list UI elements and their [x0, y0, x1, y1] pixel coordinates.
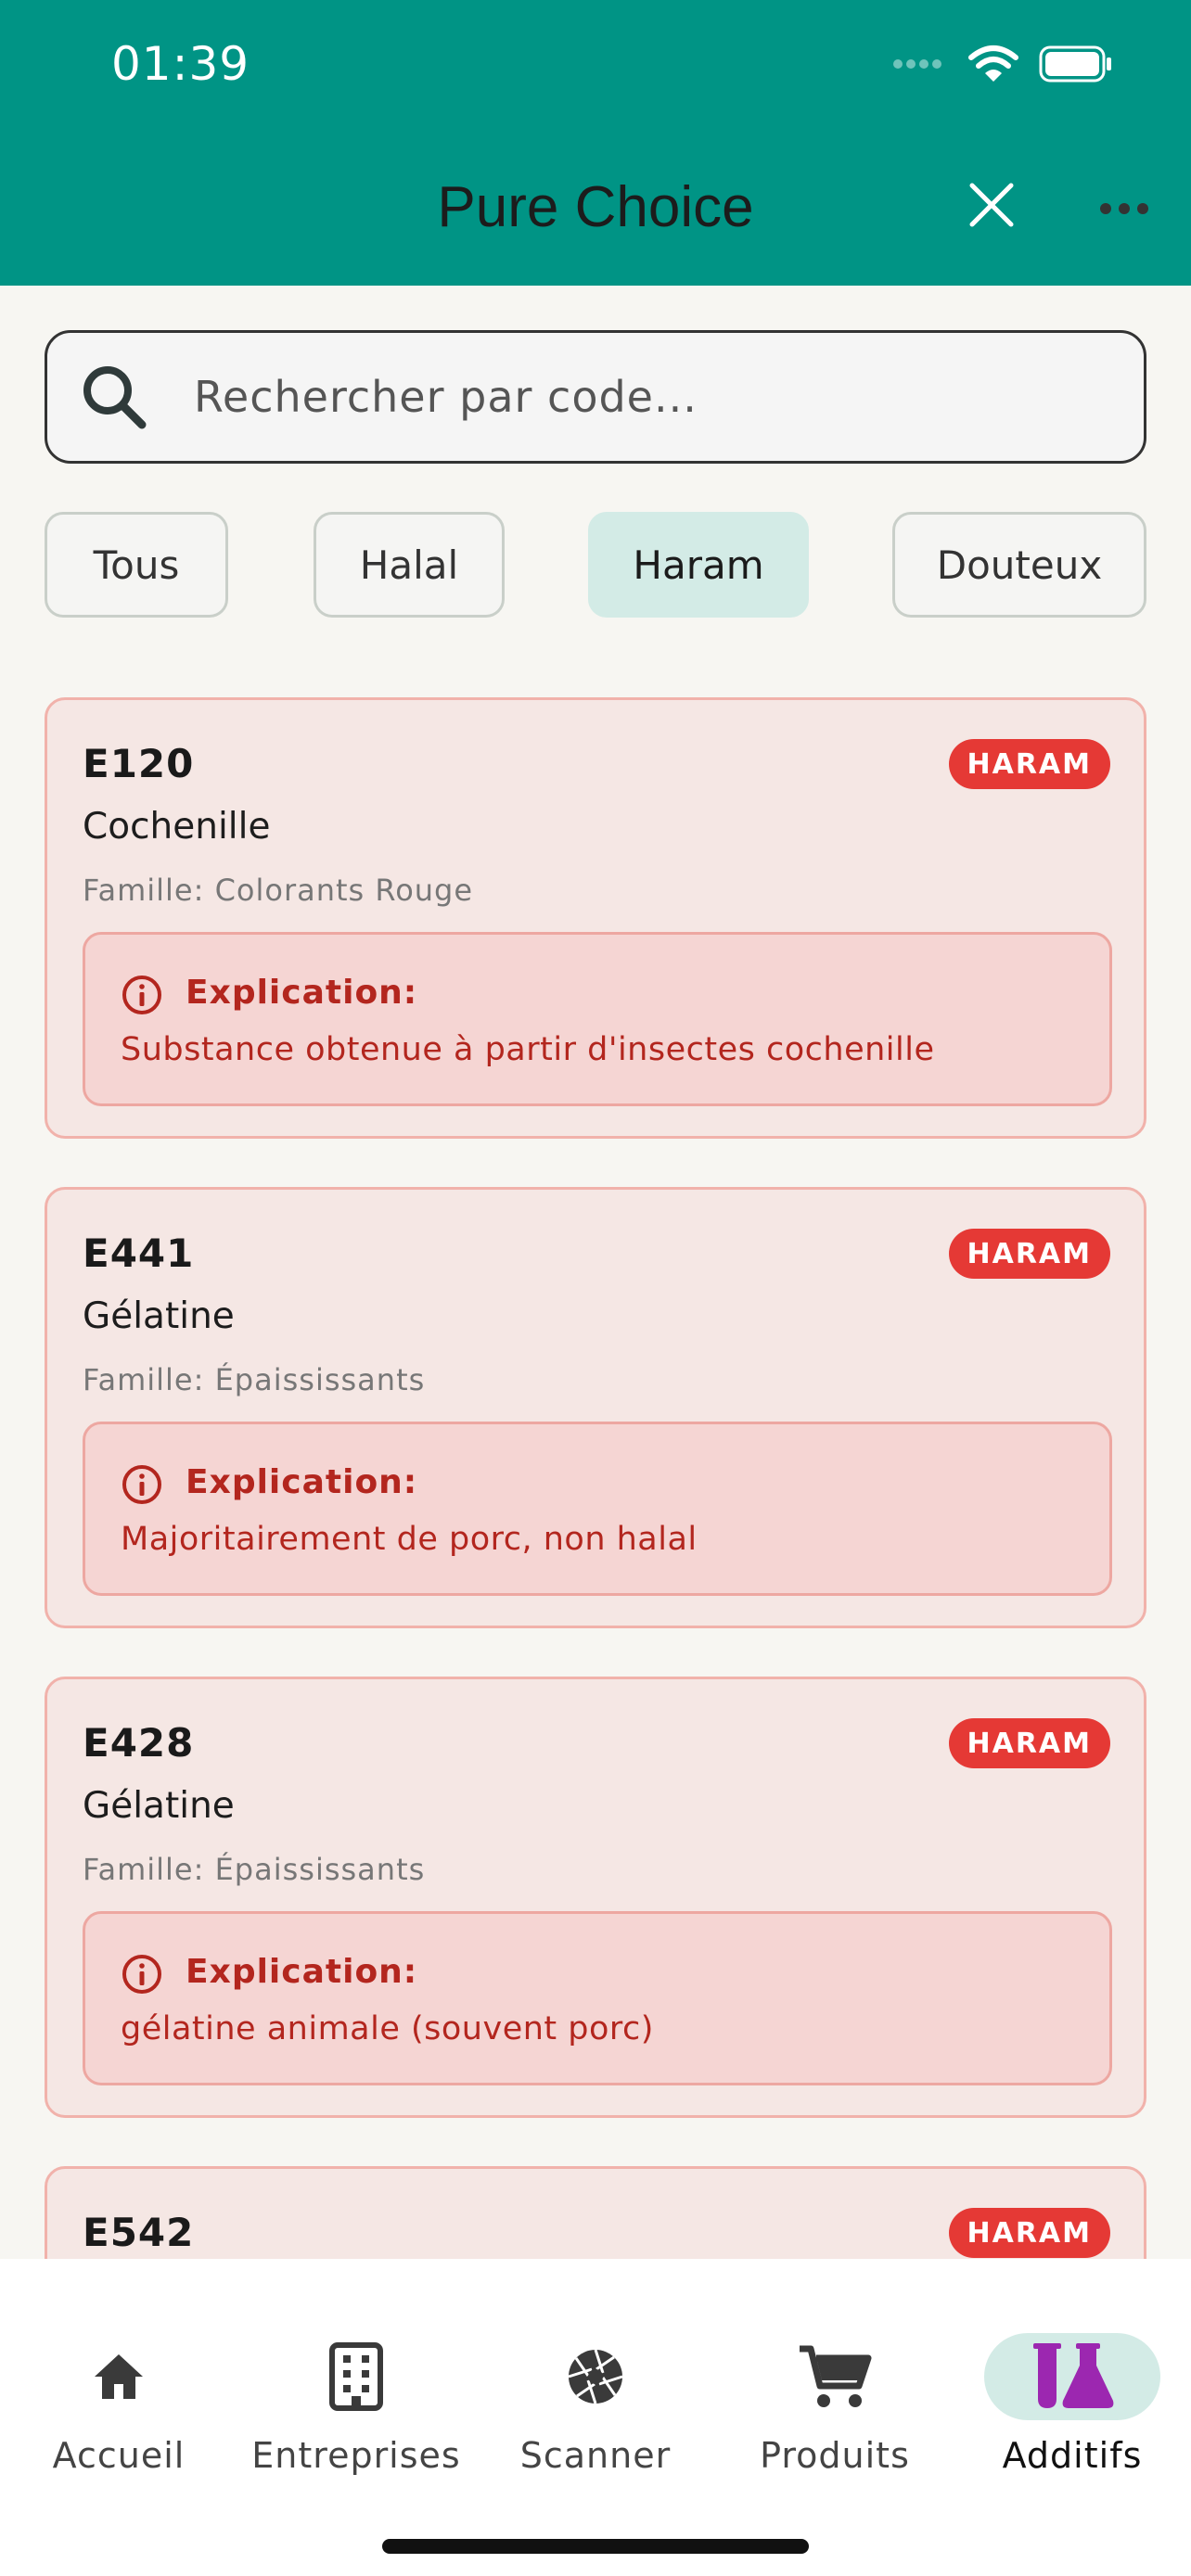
building-icon: [329, 2342, 383, 2411]
nav-icon-container: [507, 2333, 684, 2420]
filter-chip-douteux[interactable]: Douteux: [892, 512, 1146, 618]
wifi-icon: [968, 45, 1018, 82]
flask-icon: [1033, 2343, 1114, 2408]
explanation-box: Explication: Majoritairement de porc, no…: [83, 1422, 1112, 1596]
battery-icon: [1039, 45, 1111, 83]
nav-label: Scanner: [519, 2435, 672, 2476]
explanation-title: Explication:: [186, 974, 418, 1012]
explanation-box: Explication: gélatine animale (souvent p…: [83, 1911, 1112, 2085]
additive-name: Cochenille: [83, 806, 271, 848]
filter-chip-halal[interactable]: Halal: [314, 512, 505, 618]
bottom-navigation: Accueil Entreprises Scanner Produits Add…: [0, 2259, 1191, 2576]
explanation-text: gélatine animale (souvent porc): [121, 2010, 654, 2047]
app-header: 01:39 Pure Choice: [0, 0, 1191, 286]
nav-icon-container-active: [984, 2333, 1160, 2420]
nav-icon-container: [747, 2333, 923, 2420]
more-options-icon[interactable]: [1098, 193, 1150, 224]
home-icon: [95, 2354, 143, 2399]
home-indicator[interactable]: [382, 2539, 809, 2554]
nav-icon-container: [31, 2333, 207, 2420]
chip-label: Douteux: [936, 542, 1103, 588]
chip-label: Haram: [633, 542, 764, 588]
explanation-text: Substance obtenue à partir d'insectes co…: [121, 1031, 935, 1068]
nav-item-entreprises[interactable]: Entreprises: [245, 2296, 467, 2476]
status-time: 01:39: [111, 37, 250, 91]
explanation-text: Majoritairement de porc, non halal: [121, 1521, 698, 1558]
info-icon: [122, 1955, 161, 1994]
status-icons: [892, 45, 1113, 83]
chip-label: Halal: [359, 542, 459, 588]
chip-label: Tous: [93, 542, 180, 588]
explanation-box: Explication: Substance obtenue à partir …: [83, 932, 1112, 1106]
additive-family: Famille: Colorants Rouge: [83, 873, 474, 908]
status-badge: HARAM: [948, 1718, 1110, 1768]
info-icon: [122, 976, 161, 1014]
additive-card[interactable]: E428 HARAM Gélatine Famille: Épaississan…: [45, 1677, 1146, 2118]
additive-name: Gélatine: [83, 1295, 235, 1337]
additive-family: Famille: Épaississants: [83, 1362, 426, 1397]
search-icon: [83, 366, 147, 429]
status-badge: HARAM: [948, 739, 1110, 789]
nav-label: Accueil: [52, 2435, 186, 2476]
nav-item-produits[interactable]: Produits: [724, 2296, 946, 2476]
nav-label: Produits: [760, 2435, 910, 2476]
additive-name: Gélatine: [83, 1785, 235, 1827]
additive-family: Famille: Épaississants: [83, 1852, 426, 1887]
additive-code: E441: [83, 1231, 195, 1276]
status-badge: HARAM: [948, 1229, 1110, 1279]
explanation-title: Explication:: [186, 1463, 418, 1501]
aperture-icon: [568, 2349, 623, 2404]
filter-chip-haram[interactable]: Haram: [588, 512, 809, 618]
additive-code: E428: [83, 1720, 195, 1766]
explanation-title: Explication:: [186, 1953, 418, 1991]
nav-item-additifs[interactable]: Additifs: [961, 2296, 1184, 2476]
info-icon: [122, 1465, 161, 1504]
nav-item-scanner[interactable]: Scanner: [484, 2296, 707, 2476]
signal-icon: [893, 59, 941, 69]
close-icon[interactable]: [965, 178, 1018, 232]
additive-code: E542: [83, 2210, 195, 2255]
nav-icon-container: [268, 2333, 444, 2420]
search-bar[interactable]: [45, 330, 1146, 464]
nav-label: Entreprises: [251, 2435, 461, 2476]
cart-icon: [800, 2345, 872, 2407]
filter-chip-tous[interactable]: Tous: [45, 512, 228, 618]
nav-item-accueil[interactable]: Accueil: [7, 2296, 230, 2476]
status-badge: HARAM: [948, 2208, 1110, 2258]
additive-card[interactable]: E441 HARAM Gélatine Famille: Épaississan…: [45, 1187, 1146, 1628]
additive-code: E120: [83, 741, 195, 786]
additive-card[interactable]: E120 HARAM Cochenille Famille: Colorants…: [45, 697, 1146, 1139]
search-input[interactable]: [194, 372, 1029, 422]
nav-label: Additifs: [1002, 2435, 1143, 2476]
